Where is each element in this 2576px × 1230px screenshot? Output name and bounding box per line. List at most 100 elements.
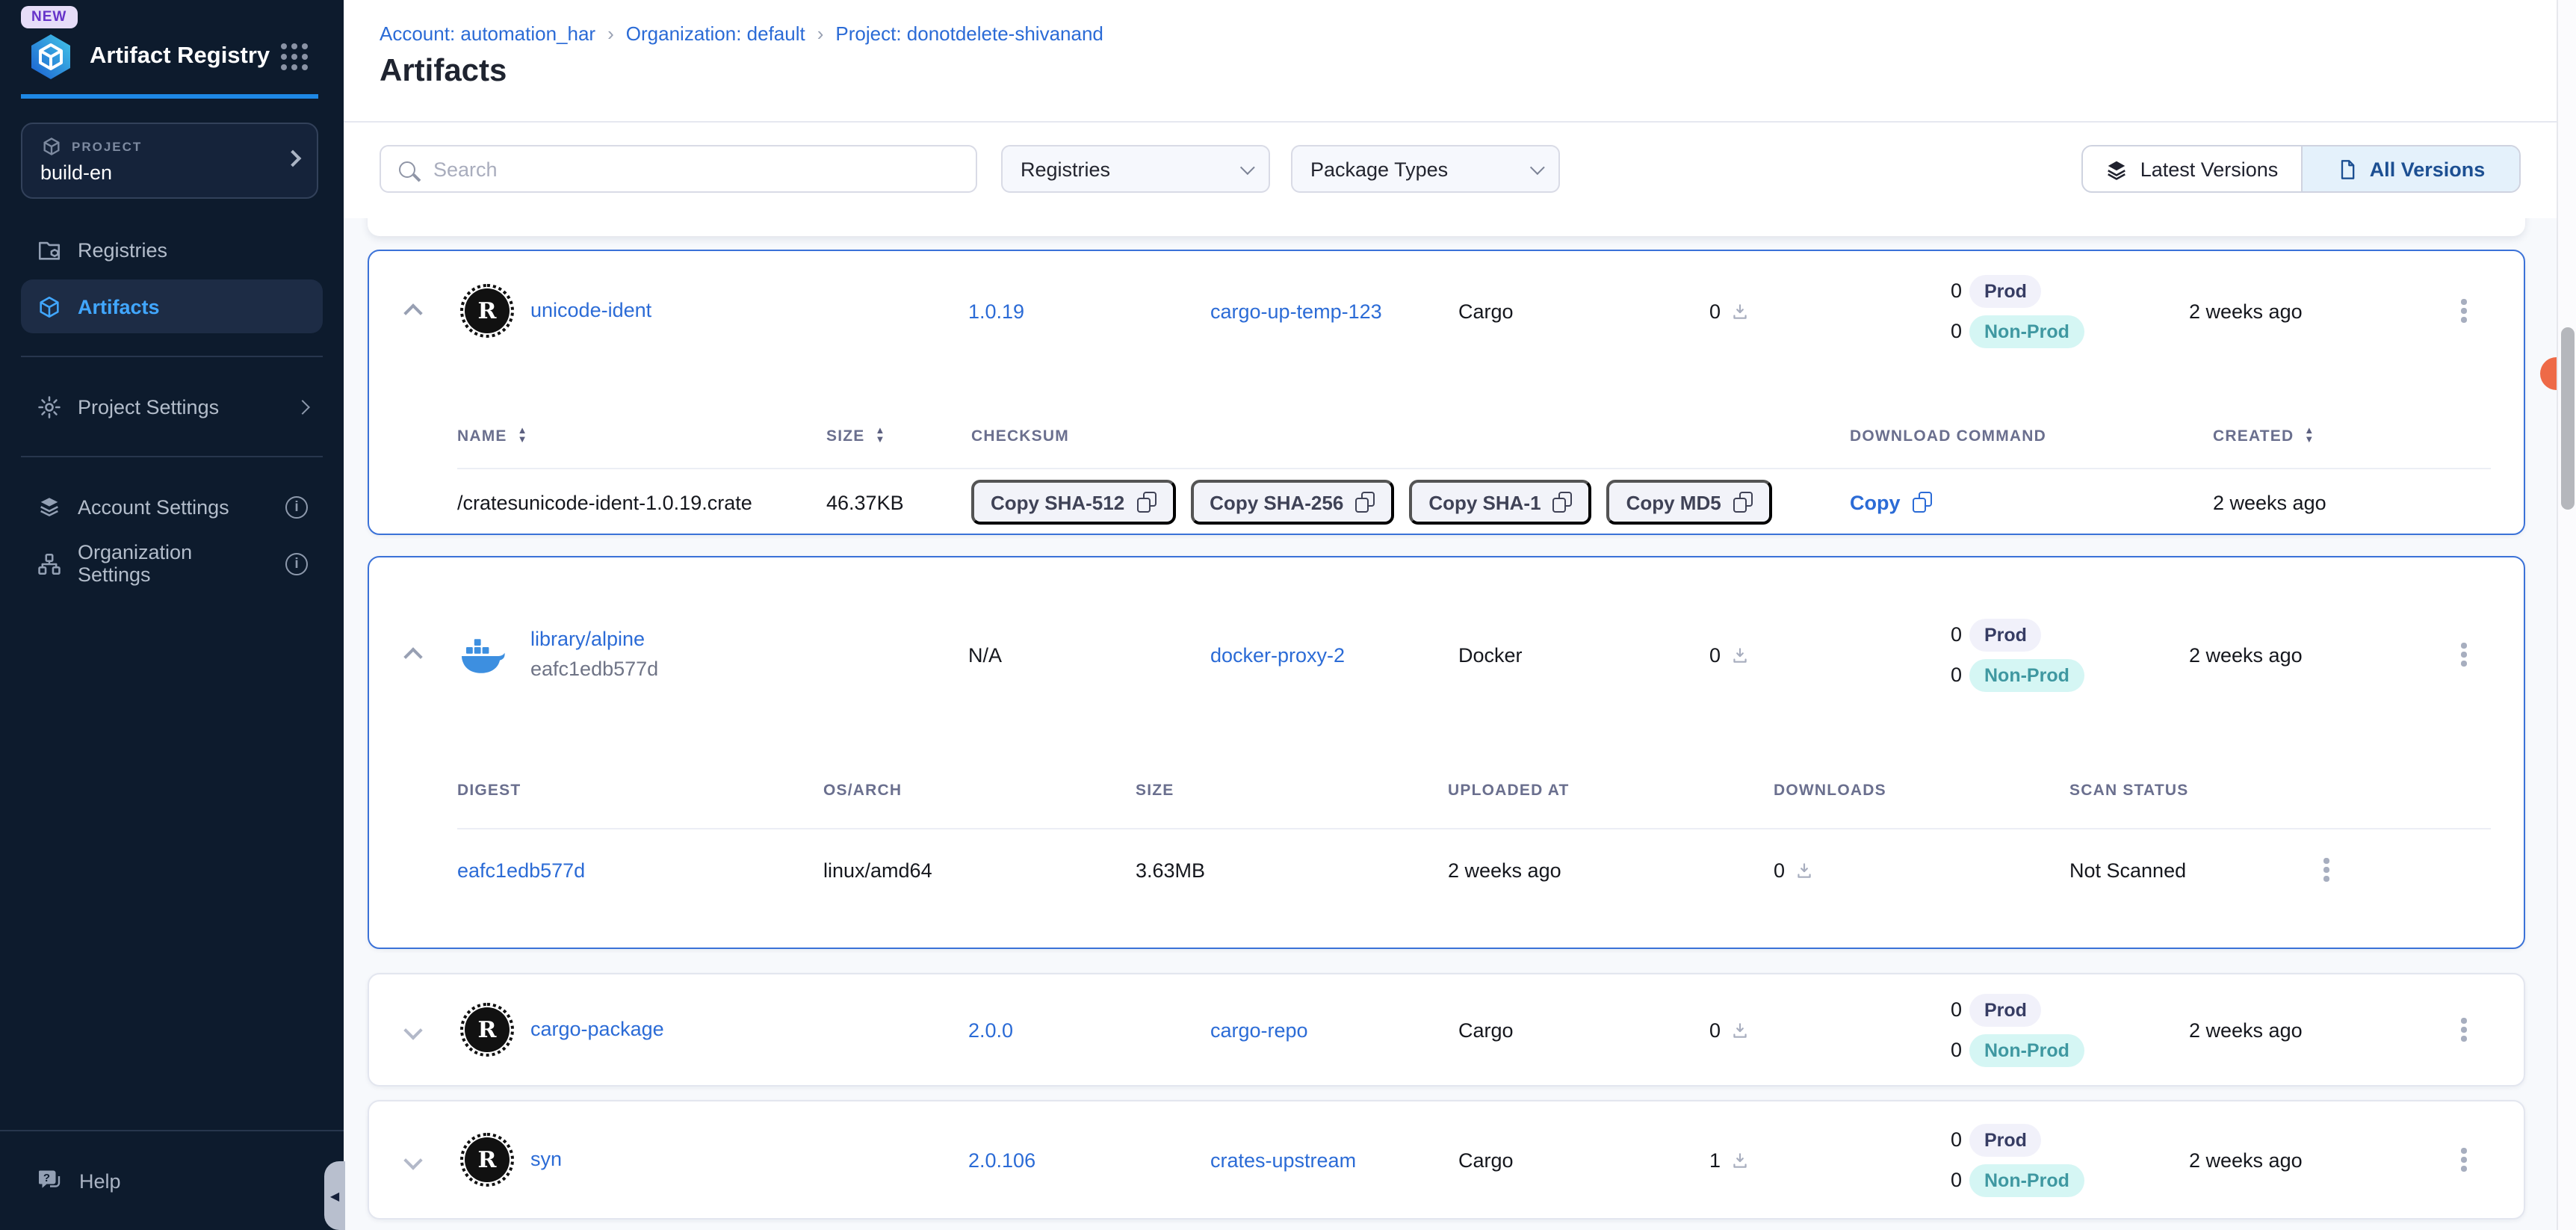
search-input[interactable] <box>430 156 958 182</box>
search-icon <box>399 161 415 177</box>
info-icon: i <box>285 552 308 575</box>
checksum-buttons: Copy SHA-512 Copy SHA-256 Copy SHA-1 Cop… <box>971 480 1850 525</box>
sidebar-item-project-settings[interactable]: Project Settings <box>21 380 323 433</box>
project-selector[interactable]: PROJECT build-en <box>21 123 318 199</box>
artifact-name-link[interactable]: syn <box>530 1148 562 1170</box>
project-label: PROJECT <box>72 139 142 154</box>
copy-icon <box>1136 492 1156 513</box>
collapse-chevron-up-icon[interactable] <box>403 303 422 322</box>
sidebar-divider <box>21 356 323 357</box>
artifact-row: library/alpine eafc1edb577d N/A docker-p… <box>369 557 2524 752</box>
svg-text:?: ? <box>43 1172 50 1184</box>
copy-download-command-link[interactable]: Copy <box>1850 491 1932 513</box>
versions-subtable-header: DIGEST OS/ARCH SIZE UPLOADED AT DOWNLOAD… <box>457 752 2491 829</box>
artifact-card-syn: R syn 2.0.106 crates-upstream Cargo 1 0P… <box>368 1100 2525 1220</box>
files-subtable: NAME▲▼ SIZE▲▼ CHECKSUM DOWNLOAD COMMAND … <box>457 371 2491 535</box>
column-header-name[interactable]: NAME <box>457 427 507 445</box>
page-title: Artifacts <box>380 54 507 90</box>
filter-bar: Registries Package Types Latest Versions <box>380 145 2521 193</box>
versions-subtable: DIGEST OS/ARCH SIZE UPLOADED AT DOWNLOAD… <box>457 752 2491 910</box>
artifact-list: R unicode-ident 1.0.19 cargo-up-temp-123… <box>368 250 2525 1220</box>
sidebar-item-registries[interactable]: Registries <box>21 223 323 276</box>
harness-artifact-registry-logo-icon <box>25 33 76 81</box>
info-icon: i <box>285 495 308 518</box>
sidebar-item-label: Artifacts <box>78 295 160 318</box>
latest-versions-button[interactable]: Latest Versions <box>2083 146 2301 191</box>
breadcrumb-project-link[interactable]: Project: donotdelete-shivanand <box>835 22 1103 45</box>
copy-sha1-button[interactable]: Copy SHA-1 <box>1409 480 1591 525</box>
updated-time: 2 weeks ago <box>2189 643 2449 666</box>
gear-icon <box>36 394 63 419</box>
kebab-menu-icon[interactable] <box>2449 294 2479 329</box>
breadcrumb-account-link[interactable]: Account: automation_har <box>380 22 595 45</box>
kebab-menu-icon[interactable] <box>2449 1143 2479 1178</box>
project-name: build-en <box>40 161 302 184</box>
artifact-version-link[interactable]: 1.0.19 <box>964 300 1206 322</box>
kebab-menu-icon[interactable] <box>2449 1013 2479 1048</box>
scrollbar-thumb[interactable] <box>2561 327 2575 510</box>
package-types-dropdown-label: Package Types <box>1310 158 1448 180</box>
artifact-name-link[interactable]: unicode-ident <box>530 299 651 321</box>
help-button[interactable]: ? Help <box>0 1130 344 1230</box>
kebab-menu-icon[interactable] <box>2449 637 2479 673</box>
copy-sha256-button[interactable]: Copy SHA-256 <box>1190 480 1394 525</box>
sort-icon[interactable]: ▲▼ <box>876 427 886 444</box>
registries-dropdown[interactable]: Registries <box>1001 145 1270 193</box>
nonprod-count: 0 <box>1905 320 1962 342</box>
expand-chevron-down-icon[interactable] <box>403 1020 422 1039</box>
artifact-name-link[interactable]: library/alpine <box>530 628 645 650</box>
copy-md5-label: Copy MD5 <box>1626 491 1721 513</box>
artifact-registry-link[interactable]: cargo-repo <box>1206 1019 1454 1041</box>
collapse-chevron-up-icon[interactable] <box>403 647 422 666</box>
column-header-uploaded-at: UPLOADED AT <box>1448 781 1774 799</box>
column-header-created[interactable]: CREATED <box>2213 427 2294 445</box>
sidebar-collapse-handle[interactable]: ◀ <box>324 1161 345 1230</box>
project-cube-icon <box>40 136 63 157</box>
copy-sha512-button[interactable]: Copy SHA-512 <box>971 480 1175 525</box>
app-switcher-grid-icon[interactable] <box>281 43 308 70</box>
artifact-version: N/A <box>964 643 1206 666</box>
sort-icon[interactable]: ▲▼ <box>518 427 528 444</box>
downloads-count: 0 <box>1703 1019 1905 1041</box>
sort-icon[interactable]: ▲▼ <box>2304 427 2315 444</box>
header-divider <box>344 121 2557 123</box>
copy-md5-button[interactable]: Copy MD5 <box>1607 480 1772 525</box>
column-header-size[interactable]: SIZE <box>826 427 865 445</box>
digest-link[interactable]: eafc1edb577d <box>457 859 823 881</box>
new-badge: NEW <box>21 6 77 28</box>
artifact-registry-link[interactable]: cargo-up-temp-123 <box>1206 300 1454 322</box>
artifact-name-link[interactable]: cargo-package <box>530 1018 664 1040</box>
brand-row: Artifact Registry <box>25 33 323 81</box>
artifact-card-cargo-package: R cargo-package 2.0.0 cargo-repo Cargo 0… <box>368 973 2525 1087</box>
nonprod-count: 0 <box>1905 664 1962 686</box>
sidebar-nav: Registries Artifacts Project Settings <box>0 223 344 593</box>
copy-sha1-label: Copy SHA-1 <box>1428 491 1541 513</box>
package-types-dropdown[interactable]: Package Types <box>1291 145 1560 193</box>
downloads-value: 0 <box>1709 643 1721 666</box>
help-chat-icon: ? <box>36 1167 64 1194</box>
prod-count: 0 <box>1905 1128 1962 1151</box>
artifact-version-link[interactable]: 2.0.0 <box>964 1019 1206 1041</box>
artifact-version-link[interactable]: 2.0.106 <box>964 1149 1206 1171</box>
artifact-registry-link[interactable]: docker-proxy-2 <box>1206 643 1454 666</box>
sidebar-item-organization-settings[interactable]: Organization Settings i <box>21 537 323 590</box>
package-type: Cargo <box>1454 300 1703 322</box>
expand-chevron-down-icon[interactable] <box>403 1150 422 1169</box>
sidebar-item-label: Organization Settings <box>78 541 270 586</box>
nonprod-badge: Non-Prod <box>1969 1033 2084 1066</box>
sidebar-item-account-settings[interactable]: Account Settings i <box>21 480 323 534</box>
page-header: Account: automation_har › Organization: … <box>344 0 2557 218</box>
all-versions-button[interactable]: All Versions <box>2301 146 2519 191</box>
nonprod-count: 0 <box>1905 1039 1962 1061</box>
download-icon <box>1730 301 1749 321</box>
column-header-checksum: CHECKSUM <box>971 427 1850 445</box>
sidebar-item-artifacts[interactable]: Artifacts <box>21 279 323 333</box>
artifact-registry-link[interactable]: crates-upstream <box>1206 1149 1454 1171</box>
artifact-row: R cargo-package 2.0.0 cargo-repo Cargo 0… <box>369 974 2524 1085</box>
kebab-menu-icon[interactable] <box>2312 853 2341 888</box>
chevron-down-icon <box>1530 159 1545 174</box>
updated-time: 2 weeks ago <box>2189 300 2449 322</box>
breadcrumb-organization-link[interactable]: Organization: default <box>626 22 805 45</box>
scrollbar-track[interactable] <box>2557 0 2576 1230</box>
download-icon <box>1730 1150 1749 1169</box>
